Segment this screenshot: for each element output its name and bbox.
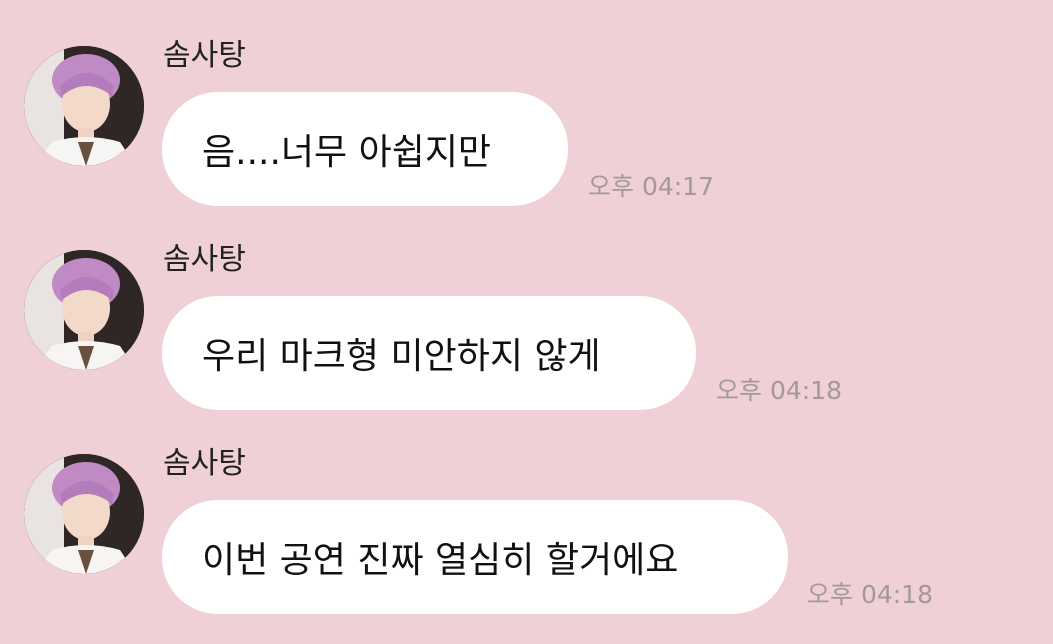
message-timestamp: 오후 04:18 [716,376,842,405]
message-text: 음....너무 아쉽지만 [202,132,492,173]
profile-photo-icon [24,46,144,166]
message-timestamp: 오후 04:17 [588,172,714,201]
profile-photo-icon [24,454,144,574]
sender-name: 솜사탕 [163,446,246,481]
message-bubble[interactable]: 음....너무 아쉽지만 [162,92,568,206]
avatar[interactable] [24,250,144,370]
profile-photo-icon [24,250,144,370]
message-text: 우리 마크형 미안하지 않게 [202,336,601,377]
message-group: 솜사탕 음....너무 아쉽지만 오후 04:17 [0,0,1053,206]
message-timestamp: 오후 04:18 [807,580,933,609]
sender-name: 솜사탕 [163,38,246,73]
message-group: 솜사탕 이번 공연 진짜 열심히 할거에요 오후 04:18 [0,408,1053,614]
avatar[interactable] [24,46,144,166]
message-text: 이번 공연 진짜 열심히 할거에요 [202,540,679,581]
message-bubble[interactable]: 이번 공연 진짜 열심히 할거에요 [162,500,788,614]
message-bubble[interactable]: 우리 마크형 미안하지 않게 [162,296,696,410]
message-group: 솜사탕 우리 마크형 미안하지 않게 오후 04:18 [0,204,1053,410]
sender-name: 솜사탕 [163,242,246,277]
avatar[interactable] [24,454,144,574]
